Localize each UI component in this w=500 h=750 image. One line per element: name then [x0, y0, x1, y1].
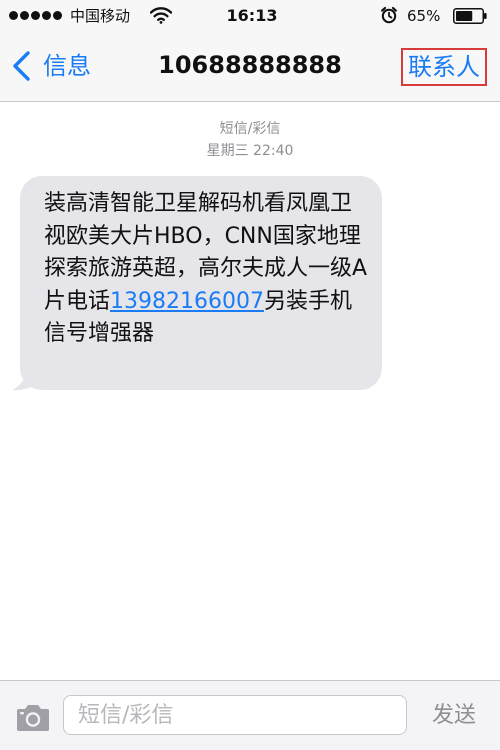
carrier-name: 中国移动 [70, 7, 131, 25]
top-bar: 中国移动 16:13 65% 信息 10688888888 联系人 [0, 0, 500, 102]
message-type-label: 短信/彩信 [219, 121, 281, 137]
signal-dots-icon [9, 11, 62, 21]
message-list: 短信/彩信 星期三 22:40 装高清智能卫星解码机看凤凰卫视欧美大片HBO，C… [0, 102, 500, 680]
send-button[interactable]: 发送 [421, 700, 487, 732]
message-bubble: 装高清智能卫星解码机看凤凰卫视欧美大片HBO，CNN国家地理探索旅游英超，高尔夫… [20, 176, 382, 390]
chevron-left-icon [13, 51, 30, 81]
alarm-clock-icon [381, 6, 397, 24]
back-label: 信息 [43, 52, 91, 80]
status-bar: 中国移动 16:13 65% [0, 0, 500, 32]
messages-screen: 中国移动 16:13 65% 信息 10688888888 联系人 短信/彩信 … [0, 0, 500, 750]
message-timestamp: 星期三 22:40 [206, 143, 294, 159]
battery-percent: 65% [407, 7, 441, 25]
phone-number-link[interactable]: 13982166007 [110, 289, 264, 314]
input-bar: 发送 [0, 680, 500, 750]
wifi-icon [150, 7, 172, 24]
battery-icon [453, 8, 487, 24]
nav-bar: 信息 10688888888 联系人 [0, 32, 500, 101]
message-input[interactable] [63, 695, 407, 735]
conversation-title: 10688888888 [158, 51, 342, 79]
status-time: 16:13 [226, 6, 278, 25]
contact-button[interactable]: 联系人 [401, 48, 487, 86]
camera-icon[interactable] [14, 703, 52, 733]
